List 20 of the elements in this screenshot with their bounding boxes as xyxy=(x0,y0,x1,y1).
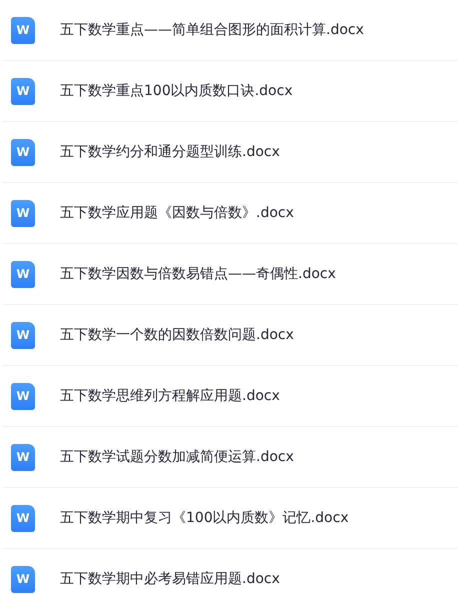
file-name[interactable]: 五下数学重点100以内质数口诀.docx xyxy=(60,80,293,102)
document-icon: W xyxy=(11,138,35,166)
document-icon: W xyxy=(11,504,35,532)
document-icon: W xyxy=(11,444,35,470)
file-name[interactable]: 五下数学应用题《因数与倍数》.docx xyxy=(60,202,294,224)
file-name[interactable]: 五下数学思维列方程解应用题.docx xyxy=(60,386,280,406)
file-name[interactable]: 五下数学重点——简单组合图形的面积计算.docx xyxy=(60,20,364,40)
file-name[interactable]: 五下数学因数与倍数易错点——奇偶性.docx xyxy=(60,264,336,284)
file-name[interactable]: 五下数学约分和通分题型训练.docx xyxy=(60,142,280,162)
document-icon: W xyxy=(11,16,35,44)
document-icon: W xyxy=(11,382,35,410)
document-icon: W xyxy=(11,78,35,104)
file-name[interactable]: 五下数学期中必考易错应用题.docx xyxy=(60,568,280,590)
document-icon: W xyxy=(11,566,35,592)
document-icon: W xyxy=(11,200,35,226)
document-icon: W xyxy=(11,260,35,288)
file-name[interactable]: 五下数学期中复习《100以内质数》记忆.docx xyxy=(60,508,349,528)
file-name[interactable]: 五下数学试题分数加减简便运算.docx xyxy=(60,446,294,468)
document-icon: W xyxy=(11,322,35,348)
file-name[interactable]: 五下数学一个数的因数倍数问题.docx xyxy=(60,324,294,346)
